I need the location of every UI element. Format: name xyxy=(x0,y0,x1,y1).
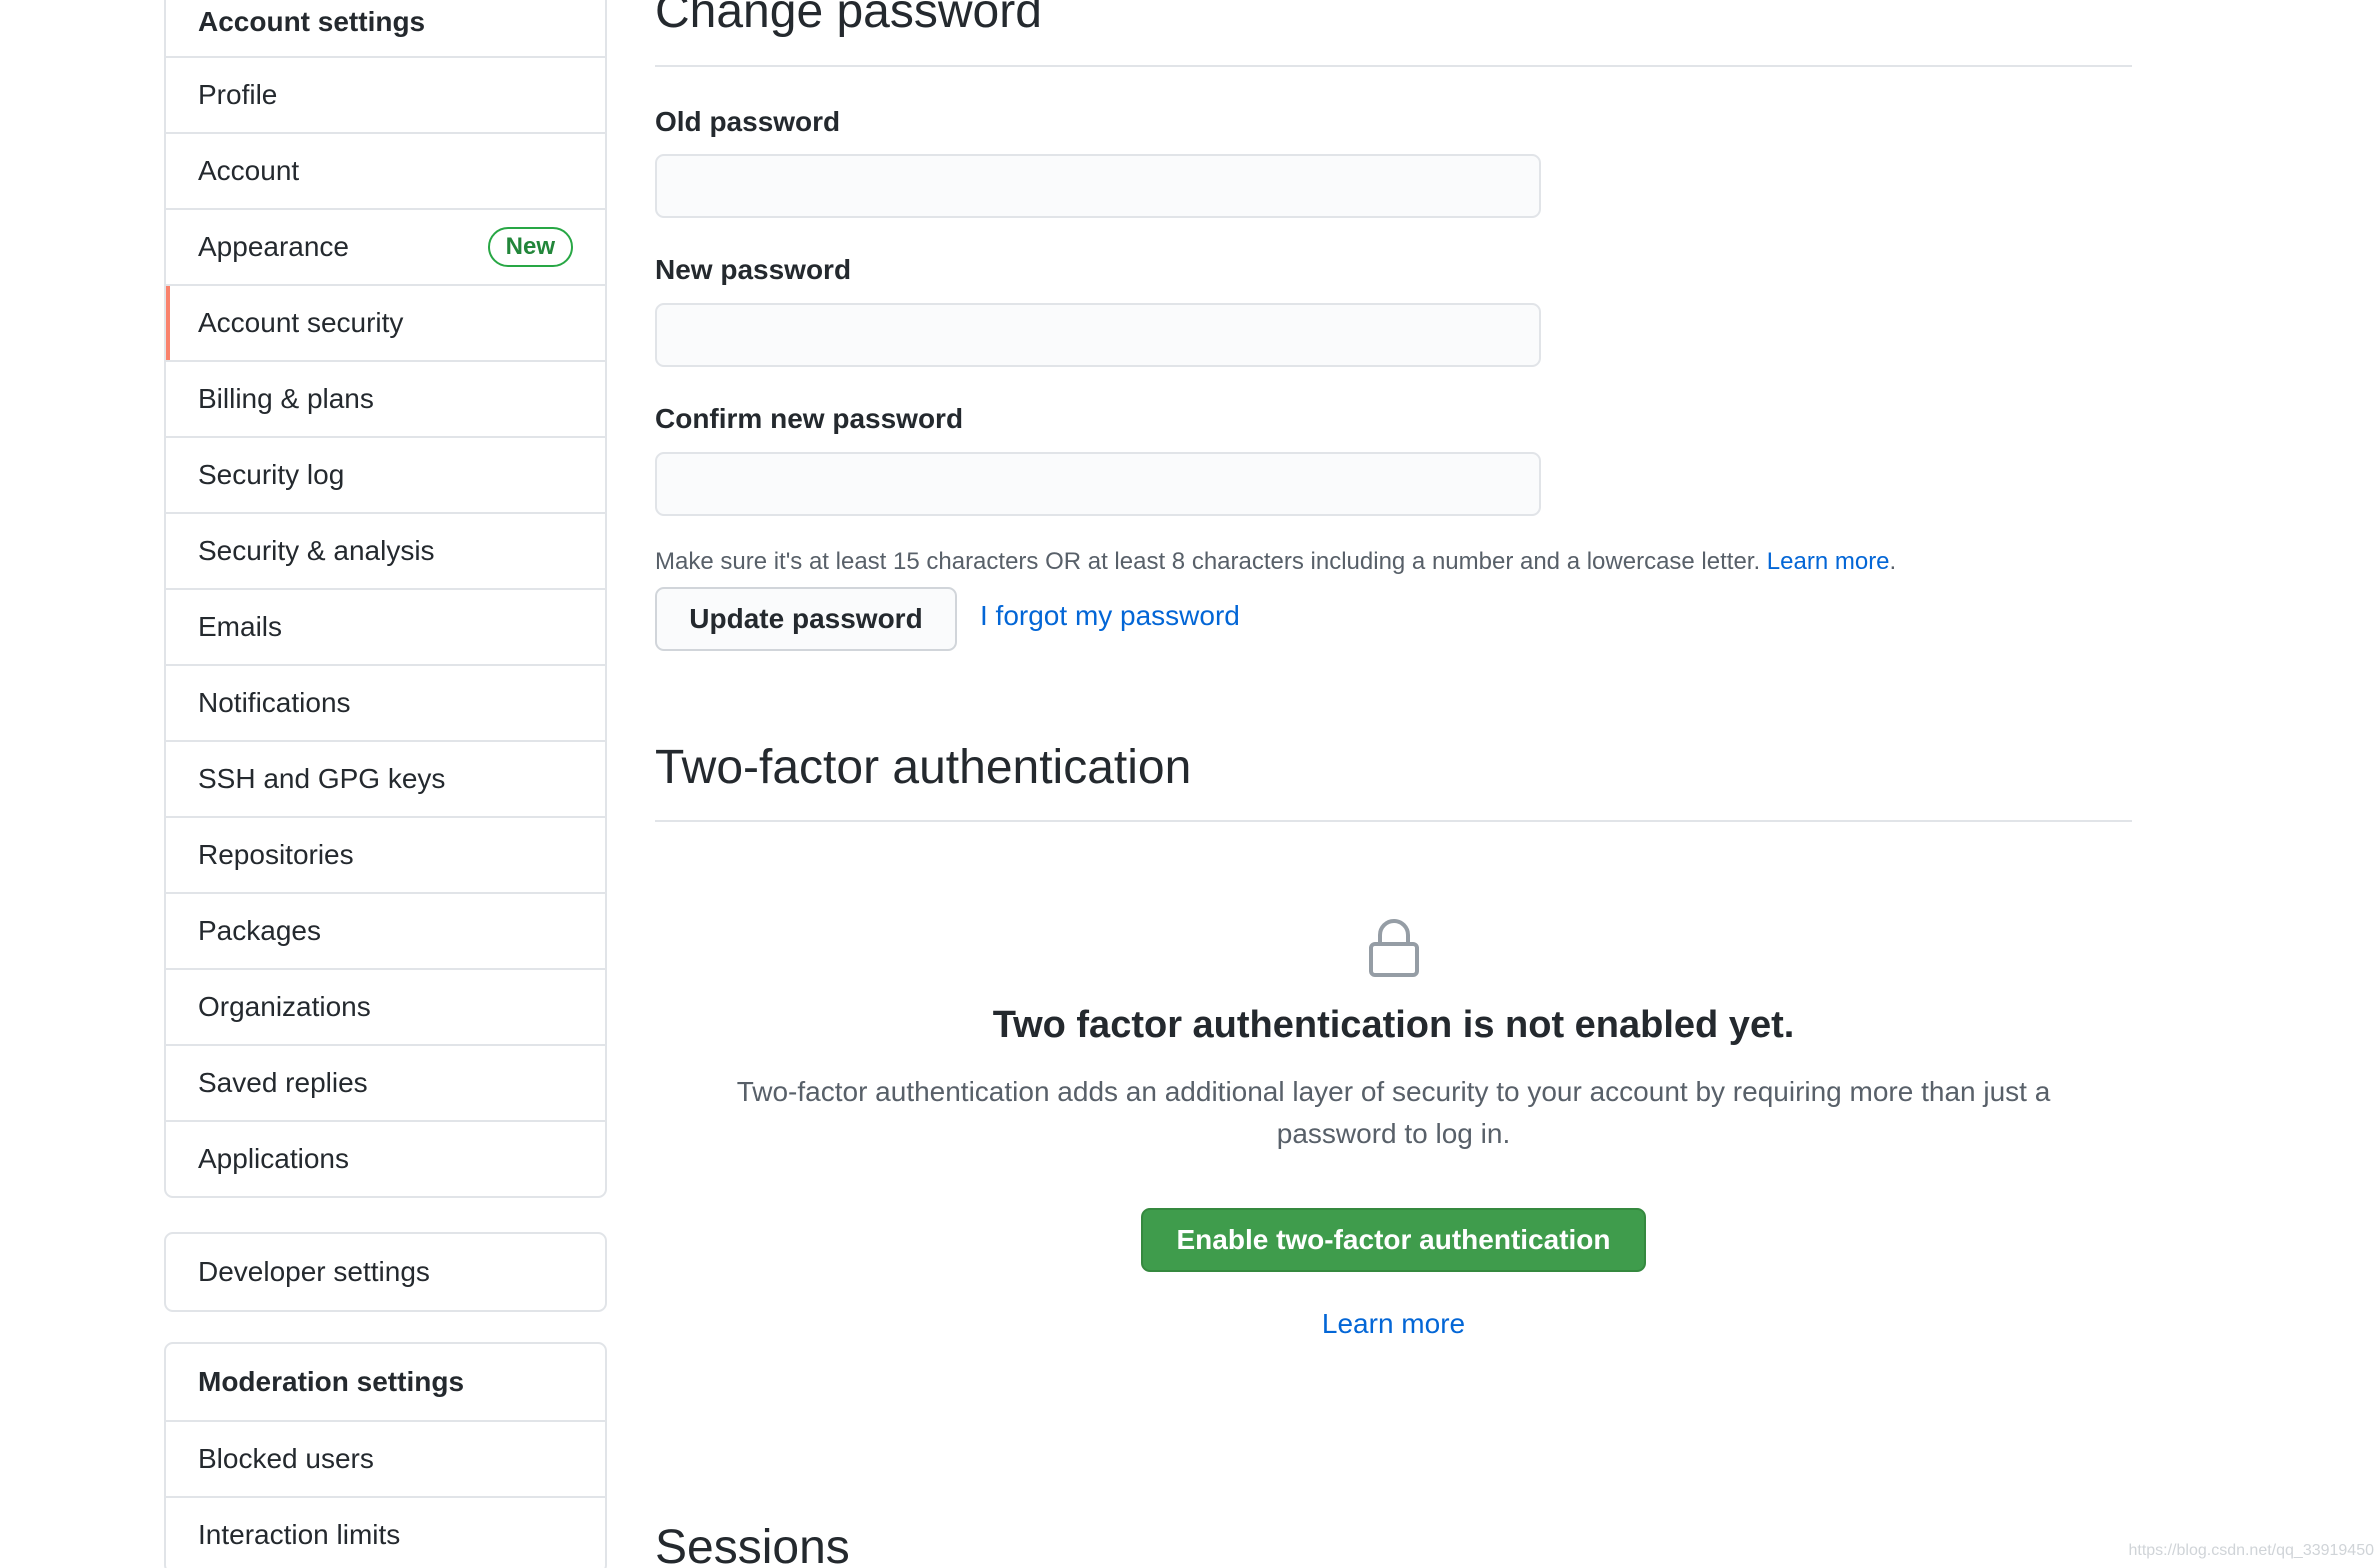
sidebar-item-packages[interactable]: Packages xyxy=(166,892,605,968)
password-requirements-text: Make sure it's at least 15 characters OR… xyxy=(655,548,1761,575)
new-password-input[interactable] xyxy=(655,303,1541,367)
sidebar-item-label: Security log xyxy=(198,459,345,490)
sidebar-item-label: Blocked users xyxy=(198,1443,374,1474)
sidebar-item-security-log[interactable]: Security log xyxy=(166,436,605,512)
sidebar-item-account-security[interactable]: Account security xyxy=(166,284,605,360)
sidebar-item-label: Notifications xyxy=(198,687,351,718)
sidebar-item-label: SSH and GPG keys xyxy=(198,763,446,794)
sidebar-item-profile[interactable]: Profile xyxy=(166,56,605,132)
confirm-password-label: Confirm new password xyxy=(655,403,964,434)
sidebar-item-blocked-users[interactable]: Blocked users xyxy=(166,1420,605,1496)
password-requirements-note: Make sure it's at least 15 characters OR… xyxy=(655,548,1896,576)
new-password-label: New password xyxy=(655,254,852,285)
confirm-password-input[interactable] xyxy=(655,452,1541,516)
sidebar-item-organizations[interactable]: Organizations xyxy=(166,968,605,1044)
account-settings-heading: Account settings xyxy=(198,6,426,37)
two-factor-status: Two factor authentication is not enabled… xyxy=(655,1004,2132,1047)
two-factor-learn-more-link[interactable]: Learn more xyxy=(1322,1308,1465,1339)
sidebar-item-label: Account xyxy=(198,155,300,186)
sidebar-item-appearance[interactable]: Appearance New xyxy=(166,208,605,284)
sidebar-item-ssh-gpg-keys[interactable]: SSH and GPG keys xyxy=(166,740,605,816)
sidebar-item-interaction-limits[interactable]: Interaction limits xyxy=(166,1496,605,1568)
lock-icon xyxy=(1368,918,1420,983)
moderation-settings-heading: Moderation settings xyxy=(198,1366,465,1397)
moderation-settings-menu: Moderation settings Blocked users Intera… xyxy=(164,1342,607,1568)
account-settings-menu: Account settings Profile Account Appeara… xyxy=(164,0,607,1198)
two-factor-description: Two-factor authentication adds an additi… xyxy=(736,1076,2051,1149)
sidebar-item-label: Repositories xyxy=(198,839,354,870)
sidebar-item-label: Saved replies xyxy=(198,1067,368,1098)
section-divider xyxy=(655,820,2132,822)
developer-settings-menu: Developer settings xyxy=(164,1232,607,1312)
update-password-button[interactable]: Update password xyxy=(655,587,957,651)
sidebar-item-emails[interactable]: Emails xyxy=(166,588,605,664)
sidebar-item-billing-plans[interactable]: Billing & plans xyxy=(166,360,605,436)
two-factor-blank-slate xyxy=(655,918,2132,983)
note-period: . xyxy=(1889,548,1897,575)
two-factor-status-title: Two factor authentication is not enabled… xyxy=(992,1004,1795,1046)
new-badge: New xyxy=(487,227,573,267)
two-factor-description-wrap: Two-factor authentication adds an additi… xyxy=(655,1071,2132,1155)
change-password-title: Change password xyxy=(655,0,1042,38)
sidebar-item-account[interactable]: Account xyxy=(166,132,605,208)
sidebar-item-label: Packages xyxy=(198,915,321,946)
password-learn-more-link[interactable]: Learn more xyxy=(1767,548,1890,575)
section-divider xyxy=(655,65,2132,67)
sidebar-item-label: Developer settings xyxy=(198,1256,430,1287)
sessions-title: Sessions xyxy=(655,1521,850,1568)
sidebar-item-label: Interaction limits xyxy=(198,1519,401,1550)
sidebar-item-applications[interactable]: Applications xyxy=(166,1120,605,1196)
sidebar-item-label: Profile xyxy=(198,79,278,110)
enable-two-factor-wrap: Enable two-factor authentication xyxy=(655,1208,2132,1272)
sidebar-item-security-analysis[interactable]: Security & analysis xyxy=(166,512,605,588)
enable-two-factor-button[interactable]: Enable two-factor authentication xyxy=(1141,1208,1646,1272)
sidebar-item-saved-replies[interactable]: Saved replies xyxy=(166,1044,605,1120)
two-factor-title: Two-factor authentication xyxy=(655,741,1192,794)
sidebar-item-label: Applications xyxy=(198,1143,349,1174)
sidebar-item-label: Account security xyxy=(198,307,404,338)
sidebar-item-label: Billing & plans xyxy=(198,383,374,414)
old-password-input[interactable] xyxy=(655,154,1541,218)
sidebar-item-repositories[interactable]: Repositories xyxy=(166,816,605,892)
watermark: https://blog.csdn.net/qq_33919450 xyxy=(2128,1542,2374,1559)
forgot-password-link[interactable]: I forgot my password xyxy=(980,600,1240,632)
two-factor-learn-more-wrap: Learn more xyxy=(655,1308,2132,1340)
sidebar-item-label: Appearance xyxy=(198,231,350,262)
sidebar-item-developer-settings[interactable]: Developer settings xyxy=(166,1234,605,1310)
sidebar-item-label: Organizations xyxy=(198,991,371,1022)
sidebar-item-label: Security & analysis xyxy=(198,535,435,566)
sidebar-item-label: Emails xyxy=(198,611,283,642)
sidebar-item-notifications[interactable]: Notifications xyxy=(166,664,605,740)
old-password-label: Old password xyxy=(655,106,841,137)
settings-page: Account settings Profile Account Appeara… xyxy=(0,0,2380,1568)
